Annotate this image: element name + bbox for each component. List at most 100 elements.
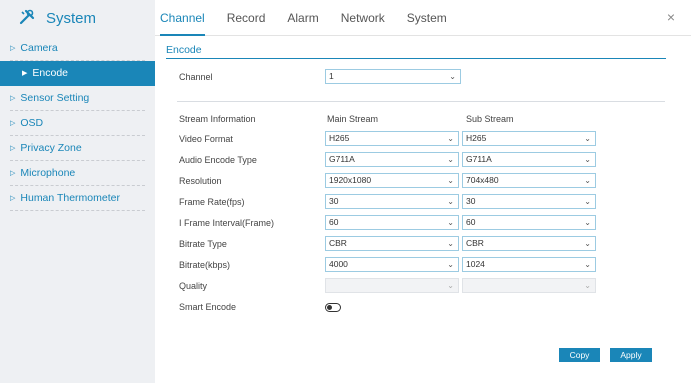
section-title: Encode <box>166 44 202 56</box>
tab-channel[interactable]: Channel <box>160 0 205 36</box>
main-resolution-select[interactable]: 1920x1080 ⌄ <box>325 173 459 188</box>
smart-encode-toggle[interactable] <box>325 303 341 312</box>
triangle-right-icon: ▷ <box>10 170 16 177</box>
select-value: CBR <box>329 238 347 248</box>
select-value: 30 <box>329 196 339 206</box>
chevron-down-icon: ⌄ <box>584 155 591 164</box>
stream-information-label: Stream Information <box>179 114 256 124</box>
select-value: H265 <box>466 133 487 143</box>
select-value: 60 <box>466 217 476 227</box>
app-title: System <box>46 9 97 27</box>
sub-frame-rate-select[interactable]: 30 ⌄ <box>462 194 596 209</box>
copy-button[interactable]: Copy <box>559 348 600 362</box>
frame-rate-label: Frame Rate(fps) <box>179 197 245 207</box>
select-value: 704x480 <box>466 175 499 185</box>
channel-select-value: 1 <box>329 71 334 81</box>
sidebar-item-label: Human Thermometer <box>20 192 120 204</box>
chevron-down-icon: ⌄ <box>584 176 591 185</box>
chevron-down-icon: ⌄ <box>584 281 591 290</box>
select-value: 4000 <box>329 259 348 269</box>
channel-select[interactable]: 1 ⌄ <box>325 69 461 84</box>
select-value: G711A <box>466 154 492 164</box>
tab-network[interactable]: Network <box>341 0 385 36</box>
chevron-down-icon: ⌄ <box>447 239 454 248</box>
main-i-frame-interval-select[interactable]: 60 ⌄ <box>325 215 459 230</box>
sidebar-item-label: Camera <box>20 42 58 54</box>
select-value: H265 <box>329 133 350 143</box>
section-underline <box>166 58 666 59</box>
bitrate-label: Bitrate(kbps) <box>179 260 231 270</box>
sidebar-item-sensor-setting[interactable]: ▷ Sensor Setting <box>10 86 145 111</box>
chevron-down-icon: ⌄ <box>584 197 591 206</box>
chevron-down-icon: ⌄ <box>447 260 454 269</box>
tab-alarm[interactable]: Alarm <box>287 0 318 36</box>
triangle-right-icon: ▷ <box>10 95 16 102</box>
select-value: 60 <box>329 217 339 227</box>
chevron-down-icon: ⌄ <box>447 197 454 206</box>
main-frame-rate-select[interactable]: 30 ⌄ <box>325 194 459 209</box>
tab-system[interactable]: System <box>407 0 447 36</box>
main-video-format-select[interactable]: H265 ⌄ <box>325 131 459 146</box>
sub-resolution-select[interactable]: 704x480 ⌄ <box>462 173 596 188</box>
close-icon[interactable]: × <box>667 9 675 25</box>
sub-audio-encode-select[interactable]: G711A ⌄ <box>462 152 596 167</box>
chevron-down-icon: ⌄ <box>447 281 454 290</box>
sub-stream-header: Sub Stream <box>466 114 514 124</box>
tab-record[interactable]: Record <box>227 0 266 36</box>
main-quality-select: ⌄ <box>325 278 459 293</box>
sidebar-item-label: Privacy Zone <box>20 142 82 154</box>
sidebar-item-label: Microphone <box>20 167 76 179</box>
main-bitrate-select[interactable]: 4000 ⌄ <box>325 257 459 272</box>
sidebar-item-label: Sensor Setting <box>20 92 90 104</box>
sidebar-menu: ▷ Camera ▶ Encode ▷ Sensor Setting ▷ OSD ▷ Pr… <box>0 36 155 211</box>
chevron-down-icon: ⌄ <box>584 134 591 143</box>
main-bitrate-type-select[interactable]: CBR ⌄ <box>325 236 459 251</box>
sidebar-item-encode[interactable]: ▶ Encode <box>0 61 155 86</box>
select-value: 30 <box>466 196 476 206</box>
sidebar-item-label: OSD <box>20 117 44 129</box>
audio-encode-type-label: Audio Encode Type <box>179 155 257 165</box>
divider <box>177 101 665 102</box>
tools-icon <box>18 8 38 28</box>
triangle-right-icon: ▷ <box>10 120 16 127</box>
sub-i-frame-interval-select[interactable]: 60 ⌄ <box>462 215 596 230</box>
sidebar-item-camera[interactable]: ▷ Camera <box>10 36 145 61</box>
sub-bitrate-select[interactable]: 1024 ⌄ <box>462 257 596 272</box>
app-brand: System <box>0 0 155 36</box>
sidebar-item-microphone[interactable]: ▷ Microphone <box>10 161 145 186</box>
chevron-down-icon: ⌄ <box>584 218 591 227</box>
channel-label: Channel <box>179 72 213 82</box>
sub-video-format-select[interactable]: H265 ⌄ <box>462 131 596 146</box>
chevron-down-icon: ⌄ <box>584 239 591 248</box>
select-value: 1024 <box>466 259 485 269</box>
main-tabs: Channel Record Alarm Network System <box>160 0 469 36</box>
main-audio-encode-select[interactable]: G711A ⌄ <box>325 152 459 167</box>
main-stream-header: Main Stream <box>327 114 379 124</box>
sub-bitrate-type-select[interactable]: CBR ⌄ <box>462 236 596 251</box>
bitrate-type-label: Bitrate Type <box>179 239 227 249</box>
triangle-right-icon: ▷ <box>10 195 16 202</box>
top-bar: System Channel Record Alarm Network Syst… <box>0 0 691 36</box>
sidebar-item-human-thermometer[interactable]: ▷ Human Thermometer <box>10 186 145 211</box>
triangle-right-icon: ▶ <box>22 70 28 77</box>
apply-button[interactable]: Apply <box>610 348 652 362</box>
sidebar-item-privacy-zone[interactable]: ▷ Privacy Zone <box>10 136 145 161</box>
chevron-down-icon: ⌄ <box>449 72 456 81</box>
chevron-down-icon: ⌄ <box>447 218 454 227</box>
i-frame-interval-label: I Frame Interval(Frame) <box>179 218 275 228</box>
quality-label: Quality <box>179 281 208 291</box>
chevron-down-icon: ⌄ <box>584 260 591 269</box>
video-format-label: Video Format <box>179 134 233 144</box>
select-value: CBR <box>466 238 484 248</box>
sidebar-item-osd[interactable]: ▷ OSD <box>10 111 145 136</box>
chevron-down-icon: ⌄ <box>447 134 454 143</box>
sidebar: ▷ Camera ▶ Encode ▷ Sensor Setting ▷ OSD ▷ Pr… <box>0 36 155 383</box>
chevron-down-icon: ⌄ <box>447 155 454 164</box>
chevron-down-icon: ⌄ <box>447 176 454 185</box>
triangle-right-icon: ▷ <box>10 145 16 152</box>
resolution-label: Resolution <box>179 176 222 186</box>
encode-panel: Encode Channel 1 ⌄ Stream Information Ma… <box>155 36 691 383</box>
triangle-right-icon: ▷ <box>10 45 16 52</box>
select-value: G711A <box>329 154 355 164</box>
smart-encode-label: Smart Encode <box>179 302 237 312</box>
